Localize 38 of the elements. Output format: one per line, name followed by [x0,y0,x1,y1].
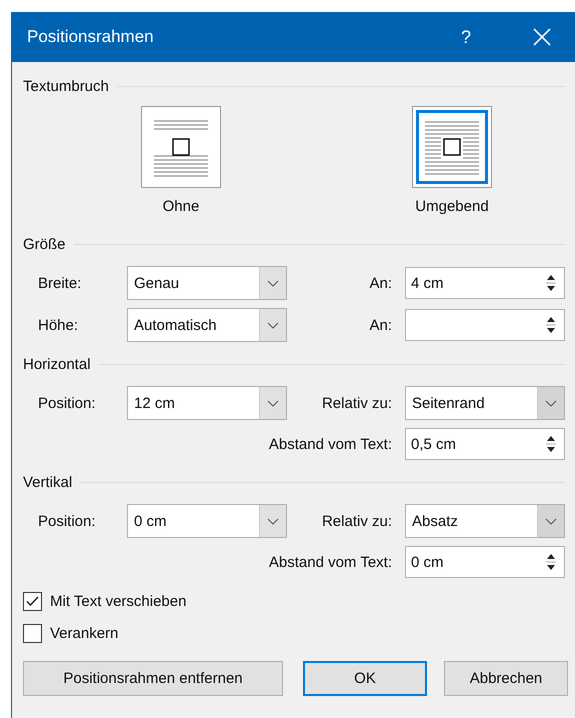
dialog-button[interactable]: Abbrechen [444,661,568,696]
checkbox[interactable] [23,624,42,643]
field-label: Relativ zu: [320,394,393,412]
checkbox[interactable] [23,592,42,611]
caret-icon [545,400,557,406]
field-label: Abstand vom Text: [268,436,393,452]
checkbox-label[interactable]: Verankern [50,625,118,642]
checkbox-label[interactable]: Mit Text verschieben [50,593,186,610]
dropdown[interactable]: Absatz [405,504,565,538]
field-label: Position: [38,512,97,530]
close-icon[interactable] [533,28,551,46]
dialog-button[interactable]: Positionsrahmen entfernen [23,661,283,696]
dropdown[interactable]: 0 cm [127,504,287,538]
section-heading: Horizontal [23,356,91,372]
dropdown[interactable]: 12 cm [127,386,287,420]
field-label: Höhe: [38,316,80,334]
dialog-button[interactable]: OK [303,661,427,696]
caret-icon [267,400,279,406]
window-title: Positionsrahmen [27,27,155,47]
section-heading: Textumbruch [23,78,109,94]
field-label: Position: [38,394,97,412]
field-label: Breite: [38,274,82,292]
dropdown[interactable]: Seitenrand [405,386,565,420]
caret-icon [267,322,279,328]
section-heading: Größe [23,236,66,252]
field-label: An: [368,274,393,292]
section-heading: Vertikal [23,474,72,490]
wrap-option[interactable]: Umgebend [397,106,507,218]
caret-icon [267,518,279,524]
caret-icon [545,518,557,524]
dropdown[interactable]: Genau [127,266,287,300]
wrap-option[interactable]: Ohne [126,106,236,218]
dropdown[interactable]: Automatisch [127,308,287,342]
help-button[interactable]: ? [460,26,471,48]
field-label: Abstand vom Text: [268,554,393,570]
field-label: An: [368,316,393,334]
caret-icon [267,280,279,286]
field-label: Relativ zu: [320,512,393,530]
